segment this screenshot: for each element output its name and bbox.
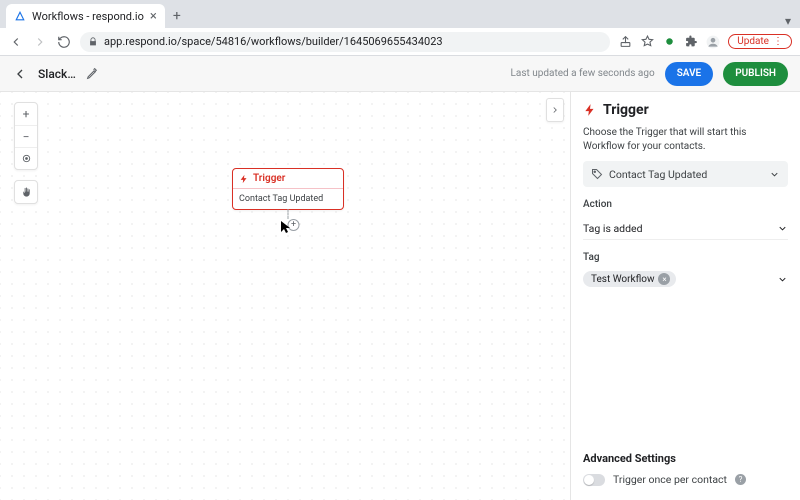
trigger-once-toggle[interactable] <box>583 474 605 486</box>
favicon-icon <box>14 10 26 22</box>
trigger-config-panel: Trigger Choose the Trigger that will sta… <box>570 92 800 500</box>
help-icon[interactable]: ? <box>735 474 746 485</box>
tag-chip[interactable]: Test Workflow × <box>583 271 676 287</box>
save-button[interactable]: SAVE <box>665 62 714 86</box>
advanced-settings-label: Advanced Settings <box>583 452 788 465</box>
chevron-down-icon <box>777 223 788 234</box>
extension-icon[interactable] <box>662 35 676 49</box>
tag-select[interactable]: Test Workflow × <box>583 271 788 287</box>
chevron-down-icon <box>777 274 788 285</box>
bolt-icon <box>239 174 249 184</box>
back-icon[interactable] <box>8 34 24 50</box>
more-icon: ⋮ <box>773 36 783 47</box>
cursor-icon <box>280 220 292 234</box>
node-title: Trigger <box>253 173 285 184</box>
trigger-type-select[interactable]: Contact Tag Updated <box>583 161 788 187</box>
trigger-node[interactable]: Trigger Contact Tag Updated + <box>232 168 344 210</box>
node-subtitle: Contact Tag Updated <box>233 189 343 209</box>
chevron-down-icon <box>769 169 780 180</box>
lock-icon <box>88 37 98 47</box>
fit-view-button[interactable] <box>15 147 37 169</box>
new-tab-button[interactable]: + <box>165 4 189 28</box>
browser-tab[interactable]: Workflows - respond.io × <box>6 4 165 28</box>
workflow-name[interactable]: Slack… <box>38 67 76 81</box>
extensions-icon[interactable] <box>684 35 698 49</box>
browser-address-bar: app.respond.io/space/54816/workflows/bui… <box>0 28 800 56</box>
url-text: app.respond.io/space/54816/workflows/bui… <box>104 35 443 48</box>
address-input[interactable]: app.respond.io/space/54816/workflows/bui… <box>80 32 610 52</box>
forward-icon <box>32 34 48 50</box>
star-icon[interactable] <box>640 35 654 49</box>
last-saved-text: Last updated a few seconds ago <box>511 68 655 79</box>
app-toolbar: Slack… Last updated a few seconds ago SA… <box>0 56 800 92</box>
share-icon[interactable] <box>618 35 632 49</box>
panel-title: Trigger <box>583 102 788 118</box>
tabs-overflow-icon[interactable]: ▾ <box>776 14 800 28</box>
browser-actions: Update ⋮ <box>618 34 792 49</box>
reload-icon[interactable] <box>56 34 72 50</box>
browser-tab-strip: Workflows - respond.io × + ▾ <box>0 0 800 28</box>
zoom-out-button[interactable]: − <box>15 125 37 147</box>
action-select[interactable]: Tag is added <box>583 218 788 240</box>
zoom-in-button[interactable]: + <box>15 103 37 125</box>
collapse-panel-button[interactable] <box>546 98 564 122</box>
tag-label: Tag <box>583 252 788 263</box>
publish-button[interactable]: PUBLISH <box>723 62 788 86</box>
bolt-icon <box>583 103 597 117</box>
action-label: Action <box>583 199 788 210</box>
update-button[interactable]: Update ⋮ <box>728 34 792 49</box>
edit-name-icon[interactable] <box>86 67 99 80</box>
remove-tag-icon[interactable]: × <box>658 273 670 285</box>
tab-title: Workflows - respond.io <box>32 10 144 23</box>
profile-avatar[interactable] <box>706 35 720 49</box>
close-icon[interactable]: × <box>150 9 157 24</box>
workflow-back-button[interactable] <box>12 66 28 82</box>
workflow-canvas[interactable]: + − Trigger Contact Tag Upd <box>0 92 570 500</box>
pan-tool-button[interactable] <box>15 181 37 203</box>
tag-icon <box>591 168 603 180</box>
panel-description: Choose the Trigger that will start this … <box>583 126 788 153</box>
toggle-label: Trigger once per contact <box>613 473 727 486</box>
